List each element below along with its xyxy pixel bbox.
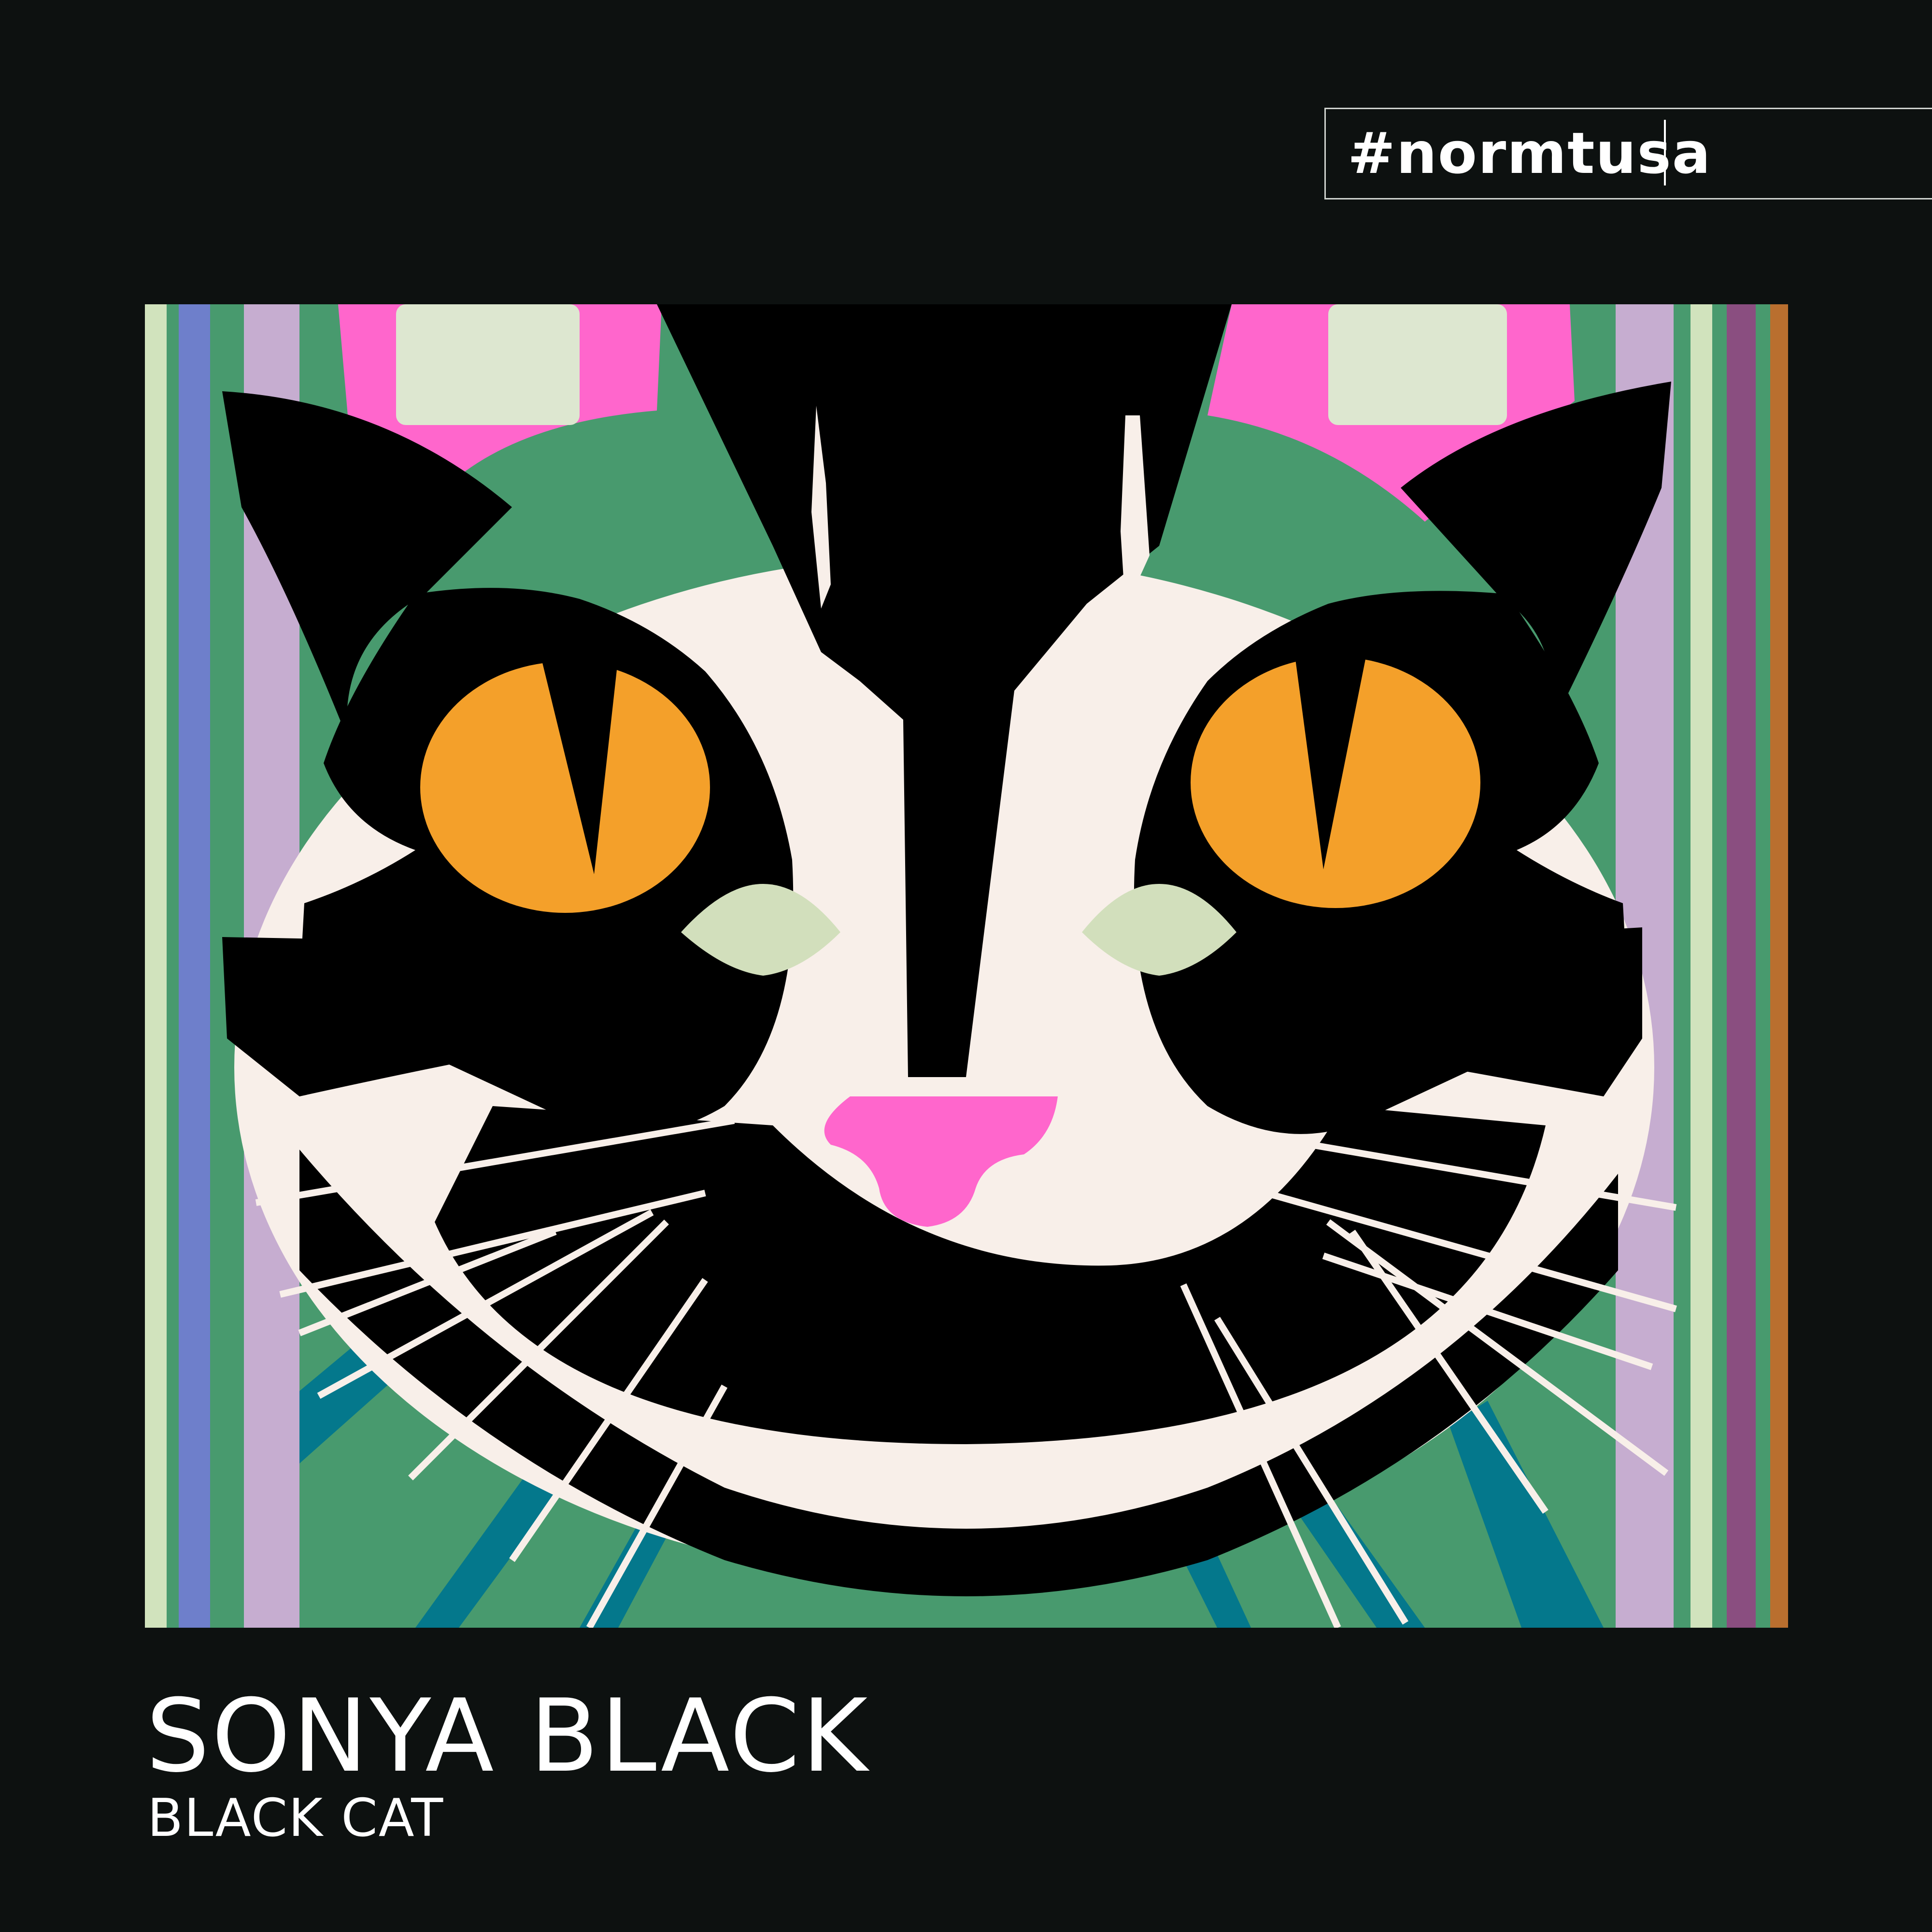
artwork-title: BLACK CAT	[147, 1788, 444, 1848]
cat-artwork	[145, 304, 1788, 1628]
text-cursor	[1664, 120, 1666, 185]
hashtag-text: #normtusa	[1348, 120, 1712, 186]
artist-name: SONYA BLACK	[146, 1678, 870, 1795]
hashtag-box: #normtusa	[1324, 108, 1932, 199]
cat-illustration	[145, 304, 1788, 1628]
